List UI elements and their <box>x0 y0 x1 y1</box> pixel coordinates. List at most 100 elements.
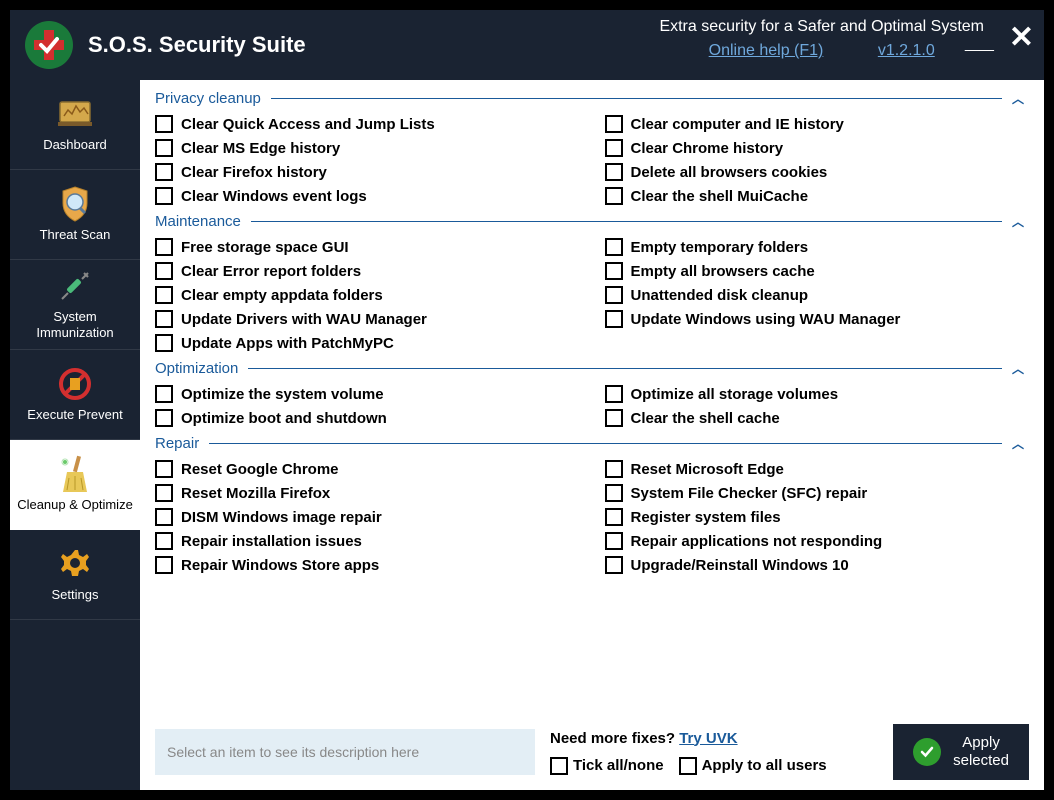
option-label[interactable]: Repair Windows Store apps <box>181 557 379 574</box>
option-item: Clear the shell cache <box>605 409 1025 427</box>
apply-all-users-checkbox[interactable] <box>679 757 697 775</box>
option-checkbox[interactable] <box>155 556 173 574</box>
content-scroll[interactable]: Privacy cleanup︿Clear Quick Access and J… <box>140 80 1044 714</box>
option-checkbox[interactable] <box>155 139 173 157</box>
option-label[interactable]: Clear MS Edge history <box>181 140 340 157</box>
option-checkbox[interactable] <box>155 409 173 427</box>
option-checkbox[interactable] <box>605 508 623 526</box>
minimize-button[interactable]: __ <box>965 24 994 59</box>
sidebar-item-broom[interactable]: Cleanup & Optimize <box>10 440 140 530</box>
option-label[interactable]: Register system files <box>631 509 781 526</box>
option-label[interactable]: System File Checker (SFC) repair <box>631 485 868 502</box>
option-label[interactable]: Clear empty appdata folders <box>181 287 383 304</box>
option-label[interactable]: Delete all browsers cookies <box>631 164 828 181</box>
option-label[interactable]: Clear Error report folders <box>181 263 361 280</box>
option-checkbox[interactable] <box>605 238 623 256</box>
option-checkbox[interactable] <box>155 310 173 328</box>
option-checkbox[interactable] <box>155 238 173 256</box>
option-label[interactable]: Empty all browsers cache <box>631 263 815 280</box>
footer: Select an item to see its description he… <box>140 714 1044 790</box>
option-checkbox[interactable] <box>605 163 623 181</box>
option-label[interactable]: Optimize boot and shutdown <box>181 410 387 427</box>
option-checkbox[interactable] <box>605 385 623 403</box>
sidebar-item-gear[interactable]: Settings <box>10 530 140 620</box>
option-label[interactable]: Reset Google Chrome <box>181 461 339 478</box>
close-button[interactable]: ✕ <box>1009 20 1034 55</box>
option-label[interactable]: Free storage space GUI <box>181 239 349 256</box>
option-label[interactable]: Reset Microsoft Edge <box>631 461 784 478</box>
option-checkbox[interactable] <box>605 556 623 574</box>
option-checkbox[interactable] <box>155 460 173 478</box>
option-checkbox[interactable] <box>605 187 623 205</box>
section-title: Optimization <box>155 360 238 377</box>
sidebar-item-label: Execute Prevent <box>22 407 127 423</box>
option-label[interactable]: Update Drivers with WAU Manager <box>181 311 427 328</box>
option-label[interactable]: Optimize all storage volumes <box>631 386 839 403</box>
option-label[interactable]: Clear the shell cache <box>631 410 780 427</box>
option-label[interactable]: Update Apps with PatchMyPC <box>181 335 394 352</box>
option-label[interactable]: Clear Windows event logs <box>181 188 367 205</box>
option-label[interactable]: Repair applications not responding <box>631 533 883 550</box>
sidebar-item-shield[interactable]: Threat Scan <box>10 170 140 260</box>
option-item: Optimize all storage volumes <box>605 385 1025 403</box>
option-checkbox[interactable] <box>155 334 173 352</box>
option-checkbox[interactable] <box>605 115 623 133</box>
option-checkbox[interactable] <box>155 115 173 133</box>
option-item: Clear MS Edge history <box>155 139 575 157</box>
gear-icon <box>55 547 95 582</box>
option-checkbox[interactable] <box>605 409 623 427</box>
collapse-chevron-icon[interactable]: ︿ <box>1012 90 1024 107</box>
option-label[interactable]: Empty temporary folders <box>631 239 809 256</box>
sidebar-item-dashboard[interactable]: Dashboard <box>10 80 140 170</box>
option-checkbox[interactable] <box>155 286 173 304</box>
collapse-chevron-icon[interactable]: ︿ <box>1012 435 1024 452</box>
option-checkbox[interactable] <box>605 460 623 478</box>
option-label[interactable]: Update Windows using WAU Manager <box>631 311 901 328</box>
option-label[interactable]: Upgrade/Reinstall Windows 10 <box>631 557 849 574</box>
option-checkbox[interactable] <box>605 484 623 502</box>
option-checkbox[interactable] <box>155 385 173 403</box>
option-checkbox[interactable] <box>605 286 623 304</box>
sidebar-item-block[interactable]: Execute Prevent <box>10 350 140 440</box>
option-checkbox[interactable] <box>605 262 623 280</box>
broom-icon <box>55 457 95 492</box>
option-item: Update Windows using WAU Manager <box>605 310 1025 328</box>
collapse-chevron-icon[interactable]: ︿ <box>1012 213 1024 230</box>
section-privacy-cleanup: Privacy cleanup︿Clear Quick Access and J… <box>155 90 1024 205</box>
option-label[interactable]: Reset Mozilla Firefox <box>181 485 330 502</box>
section-repair: Repair︿Reset Google ChromeReset Microsof… <box>155 435 1024 574</box>
option-checkbox[interactable] <box>155 262 173 280</box>
sidebar-item-label: Cleanup & Optimize <box>12 497 138 513</box>
option-checkbox[interactable] <box>155 187 173 205</box>
option-checkbox[interactable] <box>605 532 623 550</box>
option-label[interactable]: Repair installation issues <box>181 533 362 550</box>
tick-all-checkbox[interactable] <box>550 757 568 775</box>
version-link[interactable]: v1.2.1.0 <box>878 42 935 59</box>
option-checkbox[interactable] <box>155 532 173 550</box>
option-checkbox[interactable] <box>155 163 173 181</box>
option-label[interactable]: Clear Quick Access and Jump Lists <box>181 116 435 133</box>
option-label[interactable]: Optimize the system volume <box>181 386 384 403</box>
option-checkbox[interactable] <box>605 310 623 328</box>
option-label[interactable]: Clear Chrome history <box>631 140 784 157</box>
option-checkbox[interactable] <box>155 484 173 502</box>
try-uvk-link[interactable]: Try UVK <box>679 730 737 747</box>
option-label[interactable]: Clear the shell MuiCache <box>631 188 809 205</box>
option-checkbox[interactable] <box>605 139 623 157</box>
option-label[interactable]: Unattended disk cleanup <box>631 287 809 304</box>
option-item: Update Drivers with WAU Manager <box>155 310 575 328</box>
sidebar-item-label: System Immunization <box>10 309 140 340</box>
apply-selected-button[interactable]: Applyselected <box>893 724 1029 780</box>
collapse-chevron-icon[interactable]: ︿ <box>1012 360 1024 377</box>
shield-icon <box>55 187 95 222</box>
option-label[interactable]: Clear computer and IE history <box>631 116 844 133</box>
option-checkbox[interactable] <box>155 508 173 526</box>
section-title: Maintenance <box>155 213 241 230</box>
option-label[interactable]: DISM Windows image repair <box>181 509 382 526</box>
sidebar-item-syringe[interactable]: System Immunization <box>10 260 140 350</box>
option-item: Clear Error report folders <box>155 262 575 280</box>
help-link[interactable]: Online help (F1) <box>709 42 824 59</box>
app-window: S.O.S. Security Suite Extra security for… <box>10 10 1044 790</box>
option-label[interactable]: Clear Firefox history <box>181 164 327 181</box>
sidebar-item-label: Settings <box>47 587 104 603</box>
